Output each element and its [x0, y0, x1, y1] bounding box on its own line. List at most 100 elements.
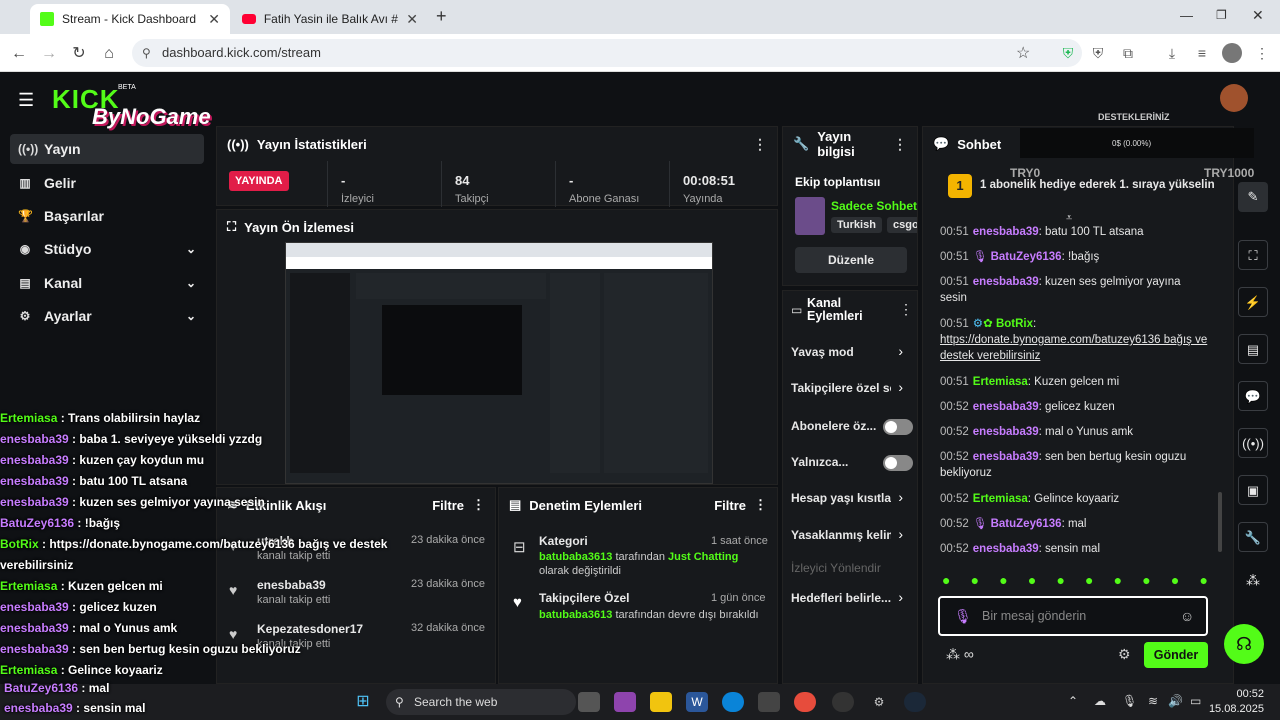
chat-username[interactable]: BatuZey6136 [991, 518, 1062, 530]
emote-icon[interactable]: ● [1028, 572, 1036, 592]
send-button[interactable]: Gönder [1144, 642, 1208, 668]
wrench-icon[interactable]: 🔧 [1238, 522, 1268, 552]
steam-icon[interactable] [904, 692, 926, 712]
emote-icon[interactable]: ● [1085, 572, 1093, 592]
filter-button[interactable]: Filtre [714, 498, 746, 513]
more-options-icon[interactable]: ⋮ [899, 301, 913, 318]
subscribers-only-toggle[interactable] [883, 419, 913, 435]
layout-icon[interactable]: ▣ [1238, 475, 1268, 505]
new-tab-button[interactable]: + [436, 6, 447, 27]
sidebar-item-gelir[interactable]: ▥ Gelir [10, 168, 204, 198]
maximize-icon[interactable]: ❐ [1216, 8, 1227, 22]
slow-mode-row[interactable]: Yavaş mod › [783, 343, 917, 363]
battery-icon[interactable]: ▭ [1190, 694, 1201, 708]
store-icon[interactable] [758, 692, 780, 712]
broadcast-icon[interactable]: ((•)) [1238, 428, 1268, 458]
chat-username[interactable]: Ertemiasa [973, 493, 1028, 505]
clip-icon[interactable]: ⛶ [1238, 240, 1268, 270]
adblock-extension-icon[interactable]: ⛨ [1088, 43, 1108, 63]
window-close-icon[interactable]: ✕ [1252, 7, 1264, 24]
obs-icon[interactable] [832, 692, 854, 712]
mod-user-link[interactable]: batubaba3613 [539, 609, 612, 621]
clock-time[interactable]: 00:52 [1214, 688, 1264, 700]
close-icon[interactable]: ✕ [406, 11, 418, 28]
edge-icon[interactable] [722, 692, 744, 712]
emote-icon[interactable]: ● [1142, 572, 1150, 592]
volume-icon[interactable]: 🔊 [1168, 694, 1183, 708]
emote-only-toggle[interactable] [883, 455, 913, 471]
account-age-row[interactable]: Hesap yaşı kısıtlaması › [783, 489, 917, 509]
sidebar-item-yayin[interactable]: ((•)) Yayın [10, 134, 204, 164]
word-icon[interactable]: W [686, 692, 708, 712]
category-link[interactable]: Just Chatting [668, 551, 738, 563]
taskbar-search[interactable]: ⚲ Search the web [386, 689, 576, 715]
edit-button[interactable]: Düzenle [795, 247, 907, 273]
emote-icon[interactable]: ● [999, 572, 1007, 592]
microphone-icon[interactable]: 🎙 [1122, 694, 1137, 708]
settings-icon[interactable]: ⚙ [868, 692, 890, 712]
chat-username[interactable]: enesbaba39 [973, 276, 1039, 288]
chat-settings-icon[interactable]: ⚙ [1118, 646, 1131, 663]
user-avatar[interactable] [1220, 84, 1248, 112]
profile-avatar[interactable] [1222, 43, 1242, 63]
shield-extension-icon[interactable]: ⛨ [1058, 43, 1078, 63]
sidebar-item-kanal[interactable]: ▤ Kanal ⌄ [10, 268, 204, 298]
more-options-icon[interactable]: ⋮ [754, 497, 767, 513]
tab-youtube[interactable]: Fatih Yasin ile Balık Avı #2 / Ant ✕ [232, 4, 428, 34]
home-icon[interactable]: ⌂ [98, 43, 120, 65]
chat-input[interactable]: 🎙 Bir mesaj gönderin ☺ [938, 596, 1208, 636]
emote-icon[interactable]: ● [971, 572, 979, 592]
chat-username[interactable]: BotRix [996, 318, 1033, 330]
url-field[interactable]: ⚲ dashboard.kick.com/stream [132, 39, 1082, 67]
media-control-icon[interactable]: ≡ [1192, 43, 1212, 63]
emote-icon[interactable]: ● [1199, 572, 1207, 592]
chat-username[interactable]: enesbaba39 [973, 226, 1039, 238]
back-icon[interactable]: ← [8, 43, 30, 65]
sidebar-item-basarilar[interactable]: 🏆 Başarılar [10, 201, 204, 231]
download-icon[interactable]: ⤓ [1162, 43, 1182, 63]
banned-words-row[interactable]: Yasaklanmış kelimeler › [783, 526, 917, 546]
extensions-icon[interactable]: ⧉ [1118, 43, 1138, 63]
chat-bubble-icon[interactable]: 💬 [1238, 381, 1268, 411]
windows-start-icon[interactable]: ⊞ [352, 692, 374, 712]
chrome-icon[interactable] [794, 692, 816, 712]
emote-only-row[interactable]: Yalnızca... [783, 453, 917, 473]
reload-icon[interactable]: ↻ [68, 43, 90, 65]
edit-icon[interactable]: ✎ [1238, 182, 1268, 212]
kick-points-icon[interactable]: ⁂ ∞ [946, 646, 974, 663]
chat-username[interactable]: enesbaba39 [973, 543, 1039, 555]
emote-icon[interactable]: ● [1171, 572, 1179, 592]
mod-user-link[interactable]: batubaba3613 [539, 551, 612, 563]
bookmark-star-icon[interactable]: ☆ [1016, 43, 1030, 63]
kick-logo[interactable]: KICK BETA ByNoGame [52, 82, 232, 132]
emote-icon[interactable]: ● [942, 572, 950, 592]
hamburger-menu-icon[interactable]: ☰ [18, 90, 34, 111]
sidebar-item-studyo[interactable]: ◉ Stüdyo ⌄ [10, 234, 204, 264]
sub-gift-banner[interactable]: 1 abonelik hediye ederek 1. sıraya yükse… [980, 179, 1215, 191]
lightning-icon[interactable]: ⚡ [1238, 287, 1268, 317]
tab-kick-dashboard[interactable]: Stream - Kick Dashboard ✕ [30, 4, 230, 34]
chat-scrollbar[interactable] [1218, 492, 1222, 552]
site-info-icon[interactable]: ⚲ [142, 39, 151, 67]
more-options-icon[interactable]: ⋮ [472, 497, 485, 513]
chat-username[interactable]: enesbaba39 [973, 401, 1039, 413]
more-options-icon[interactable]: ⋮ [893, 136, 907, 153]
file-explorer-icon[interactable] [650, 692, 672, 712]
set-goals-row[interactable]: Hedefleri belirle... › [783, 589, 917, 609]
chat-username[interactable]: Ertemiasa [973, 376, 1028, 388]
emote-icon[interactable]: ● [1114, 572, 1122, 592]
cloud-icon[interactable]: ☁ [1094, 694, 1106, 708]
chat-username[interactable]: enesbaba39 [973, 426, 1039, 438]
support-headset-icon[interactable]: ☊ [1224, 624, 1264, 664]
chat-username[interactable]: enesbaba39 [973, 451, 1039, 463]
more-options-icon[interactable]: ⋮ [753, 136, 767, 153]
forward-icon[interactable]: → [38, 43, 60, 65]
sidebar-item-ayarlar[interactable]: ⚙ Ayarlar ⌄ [10, 301, 204, 331]
emoji-picker-icon[interactable]: ☺ [1180, 608, 1194, 624]
subscribers-only-row[interactable]: Abonelere öz... [783, 417, 917, 437]
followers-only-row[interactable]: Takipçilere özel sohbet › [783, 379, 917, 399]
browser-menu-icon[interactable]: ⋮ [1252, 43, 1272, 63]
emote-icon[interactable]: ● [1056, 572, 1064, 592]
category-name[interactable]: Sadece Sohbet [831, 199, 917, 213]
copilot-icon[interactable] [614, 692, 636, 712]
